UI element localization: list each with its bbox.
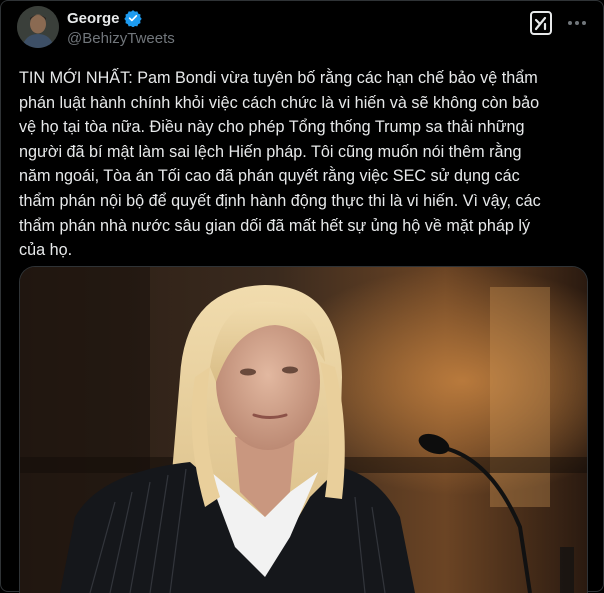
- author-handle[interactable]: @BehizyTweets: [67, 30, 175, 47]
- tweet-text: TIN MỚI NHẤT: Pam Bondi vừa tuyên bố rằn…: [19, 69, 541, 260]
- verified-badge-icon: [123, 9, 142, 28]
- tweet-photo[interactable]: [19, 266, 588, 593]
- author-display-name[interactable]: George: [67, 10, 120, 27]
- photo-woman-at-microphone-icon: [20, 267, 587, 593]
- more-horizontal-icon: [568, 21, 586, 25]
- more-options-button[interactable]: [563, 9, 591, 37]
- grok-icon: [530, 11, 552, 35]
- author-avatar[interactable]: [17, 6, 59, 48]
- tweet-card: George @BehizyTweets TIN MỚI NHẤT: Pam B…: [0, 0, 604, 593]
- avatar-photo-icon: [17, 6, 59, 48]
- grok-button[interactable]: [527, 9, 555, 37]
- author-name-row: George: [67, 9, 142, 28]
